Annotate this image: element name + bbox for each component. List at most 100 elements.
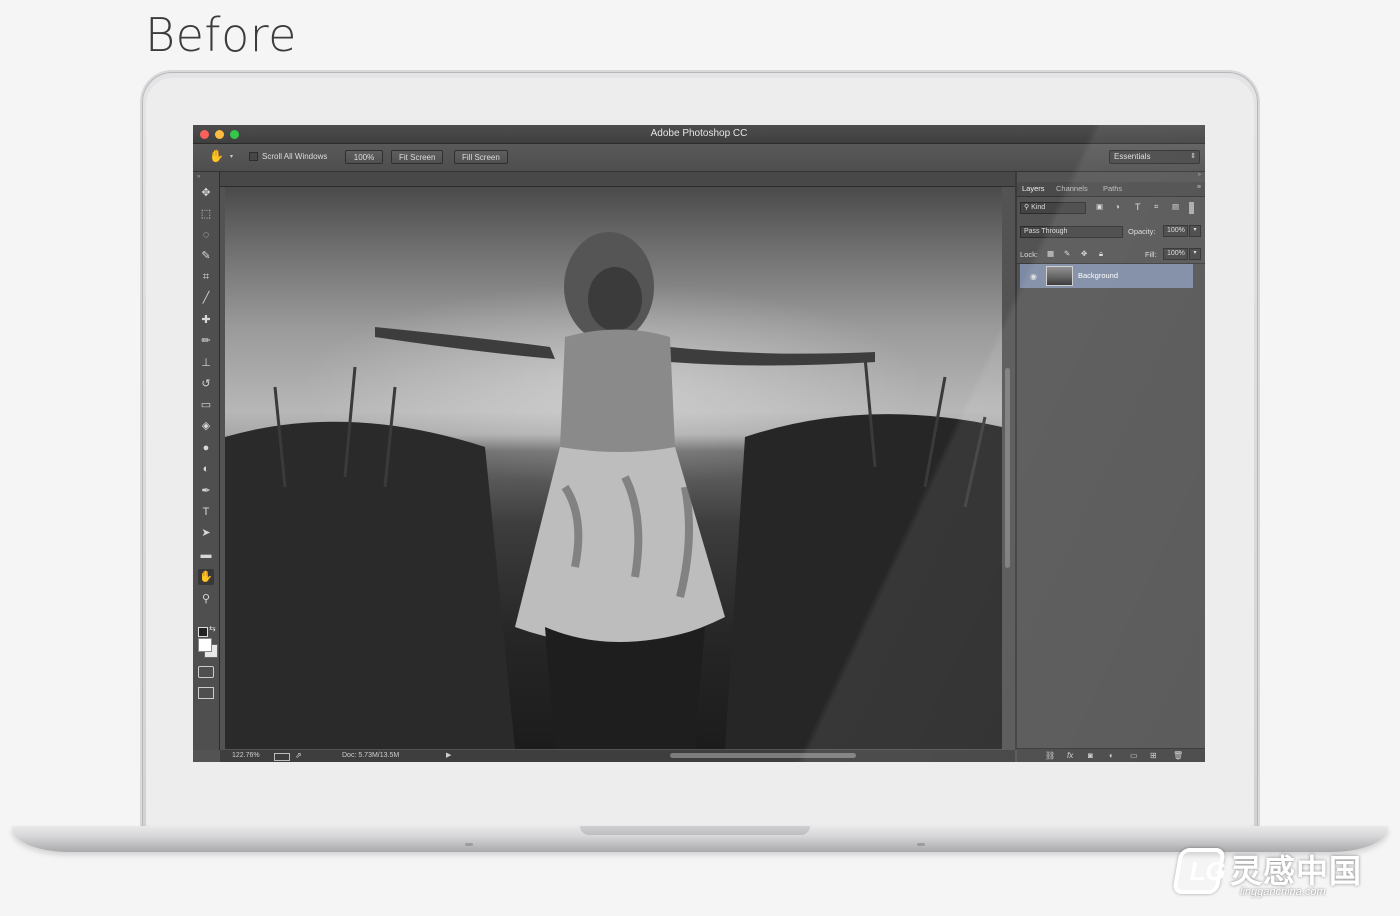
zoom-100-button[interactable]: 100% bbox=[345, 150, 383, 164]
layer-thumbnail bbox=[1046, 266, 1073, 286]
brush-tool[interactable]: ✏ bbox=[198, 333, 214, 349]
adjustment-icon[interactable]: ◐ bbox=[1109, 751, 1114, 760]
collapse-toolbox-icon[interactable]: » bbox=[197, 174, 200, 180]
lock-label: Lock: bbox=[1020, 250, 1038, 259]
document-tab-strip bbox=[220, 172, 1015, 187]
screen-mode-icon[interactable] bbox=[198, 687, 214, 699]
lock-position-icon[interactable]: ✥ bbox=[1081, 249, 1087, 258]
rectangle-tool[interactable]: ▬ bbox=[198, 547, 214, 563]
workspace-value: Essentials bbox=[1114, 152, 1151, 161]
layer-filter-select[interactable]: ⚲ Kind bbox=[1020, 202, 1086, 214]
lock-transparent-icon[interactable]: ▦ bbox=[1047, 249, 1054, 258]
watermark-logo: LG bbox=[1171, 848, 1229, 894]
horizontal-scrollbar[interactable] bbox=[670, 753, 856, 758]
layers-panel: » Layers Channels Paths ≡ ⚲ Kind ▣ ◑ T ⌗… bbox=[1017, 172, 1205, 762]
new-layer-icon[interactable]: ⊞ bbox=[1150, 751, 1157, 760]
quick-mask-icon[interactable] bbox=[198, 666, 214, 678]
eye-icon[interactable]: ◉ bbox=[1030, 272, 1037, 281]
healing-brush-tool[interactable]: ✚ bbox=[198, 312, 214, 328]
hand-icon[interactable]: ✋ bbox=[209, 149, 224, 163]
adjustment-filter-icon[interactable]: ◑ bbox=[1115, 202, 1120, 211]
foreground-color-swatch[interactable] bbox=[198, 638, 212, 652]
toolbox: » ✥ ⬚ ◌ ✎ ⌗ ╱ ✚ ✏ ⊥ ↺ ▭ ◈ ● ◐ ✒ T ➤ ▬ ✋ ⚲ ⇆ bbox=[193, 172, 220, 750]
layer-name: Background bbox=[1078, 271, 1119, 280]
lock-all-icon[interactable]: 🔒︎ bbox=[1099, 249, 1103, 259]
vertical-scrollbar[interactable] bbox=[1005, 368, 1010, 568]
lasso-tool[interactable]: ◌ bbox=[198, 227, 214, 243]
app-title: Adobe Photoshop CC bbox=[650, 128, 748, 139]
crop-tool[interactable]: ⌗ bbox=[198, 269, 214, 285]
quick-selection-tool[interactable]: ✎ bbox=[198, 248, 214, 264]
trash-icon[interactable]: 🗑︎ bbox=[1173, 751, 1183, 760]
swap-colors-icon[interactable]: ⇆ bbox=[209, 624, 216, 633]
fill-screen-button[interactable]: Fill Screen bbox=[454, 150, 508, 164]
opacity-field[interactable]: 100% bbox=[1163, 225, 1188, 237]
panel-bottom-bar: ⛓ fx ◙ ◐ ▭ ⊞ 🗑︎ bbox=[1017, 748, 1205, 762]
fill-chevron-icon[interactable]: ▾ bbox=[1189, 248, 1201, 260]
move-tool[interactable]: ✥ bbox=[198, 185, 214, 201]
pen-tool[interactable]: ✒ bbox=[198, 483, 214, 499]
eraser-tool[interactable]: ▭ bbox=[198, 397, 214, 413]
layer-row-background[interactable]: ◉ Background bbox=[1020, 264, 1193, 288]
search-icon: ⚲ bbox=[1024, 204, 1030, 211]
fill-field[interactable]: 100% bbox=[1163, 248, 1188, 260]
clone-stamp-tool[interactable]: ⊥ bbox=[198, 355, 214, 371]
document-photo[interactable] bbox=[225, 187, 1002, 749]
type-tool[interactable]: T bbox=[198, 504, 214, 520]
workspace-select[interactable]: Essentials ⇕ bbox=[1109, 150, 1200, 164]
tab-layers[interactable]: Layers bbox=[1022, 184, 1045, 193]
scroll-all-windows-checkbox[interactable] bbox=[249, 152, 258, 161]
fit-screen-button[interactable]: Fit Screen bbox=[391, 150, 444, 164]
watermark-url: lingganchina.com bbox=[1240, 886, 1326, 898]
zoom-level[interactable]: 122.76% bbox=[232, 750, 260, 762]
proof-icon[interactable] bbox=[274, 753, 290, 761]
watermark-logo-letters: LG bbox=[1187, 856, 1229, 886]
tab-paths[interactable]: Paths bbox=[1103, 184, 1122, 193]
share-icon[interactable]: ⇗ bbox=[295, 750, 302, 762]
laptop-foot bbox=[465, 843, 473, 846]
type-filter-icon[interactable]: T bbox=[1135, 202, 1141, 212]
blur-tool[interactable]: ● bbox=[198, 440, 214, 456]
dodge-tool[interactable]: ◐ bbox=[198, 461, 214, 477]
fill-label: Fill: bbox=[1145, 250, 1157, 259]
opacity-label: Opacity: bbox=[1128, 227, 1156, 236]
layer-filter-value: Kind bbox=[1031, 204, 1046, 211]
opacity-chevron-icon[interactable]: ▾ bbox=[1189, 225, 1201, 237]
smart-object-filter-icon[interactable]: ▤ bbox=[1172, 202, 1179, 211]
doc-size: Doc: 5.73M/13.5M bbox=[342, 752, 400, 759]
paint-bucket-tool[interactable]: ◈ bbox=[198, 418, 214, 434]
shape-filter-icon[interactable]: ⌗ bbox=[1154, 202, 1158, 212]
panel-menu-icon[interactable]: ≡ bbox=[1197, 184, 1201, 191]
photo-illustration bbox=[225, 232, 1002, 749]
canvas-area bbox=[220, 172, 1015, 750]
folder-icon[interactable]: ▭ bbox=[1130, 751, 1138, 760]
status-menu-arrow-icon[interactable]: ▶ bbox=[446, 750, 451, 762]
laptop-screen: Adobe Photoshop CC ✋ ▾ Scroll All Window… bbox=[193, 125, 1205, 762]
blend-mode-value: Pass Through bbox=[1024, 228, 1068, 235]
title-bar: Adobe Photoshop CC bbox=[193, 125, 1205, 144]
eyedropper-tool[interactable]: ╱ bbox=[198, 290, 214, 306]
page-heading: Before bbox=[145, 8, 297, 62]
tab-channels[interactable]: Channels bbox=[1056, 184, 1088, 193]
pixel-filter-icon[interactable]: ▣ bbox=[1096, 202, 1103, 211]
tool-preset-chevron-icon[interactable]: ▾ bbox=[230, 153, 233, 160]
fx-icon[interactable]: fx bbox=[1067, 751, 1073, 760]
rectangular-marquee-tool[interactable]: ⬚ bbox=[198, 206, 214, 222]
filter-toggle[interactable] bbox=[1189, 202, 1194, 214]
default-colors-icon[interactable] bbox=[198, 627, 208, 637]
path-selection-tool[interactable]: ➤ bbox=[198, 525, 214, 541]
laptop-notch bbox=[580, 826, 810, 835]
scroll-all-windows-label: Scroll All Windows bbox=[262, 152, 328, 161]
options-bar: ✋ ▾ Scroll All Windows 100% Fit Screen F… bbox=[193, 144, 1205, 172]
mask-icon[interactable]: ◙ bbox=[1088, 751, 1093, 760]
status-bar: 122.76% ⇗ Doc: 5.73M/13.5M ▶ bbox=[220, 750, 1015, 762]
link-icon[interactable]: ⛓ bbox=[1045, 751, 1055, 760]
panel-collapse-icon[interactable]: » bbox=[1198, 172, 1201, 178]
panel-tabs: Layers Channels Paths ≡ bbox=[1017, 182, 1205, 197]
lock-image-icon[interactable]: ✎ bbox=[1064, 249, 1070, 258]
blend-mode-select[interactable]: Pass Through bbox=[1020, 226, 1123, 238]
select-arrows-icon: ⇕ bbox=[1190, 153, 1196, 160]
hand-tool[interactable]: ✋ bbox=[198, 569, 214, 585]
zoom-tool[interactable]: ⚲ bbox=[198, 591, 214, 607]
history-brush-tool[interactable]: ↺ bbox=[198, 376, 214, 392]
